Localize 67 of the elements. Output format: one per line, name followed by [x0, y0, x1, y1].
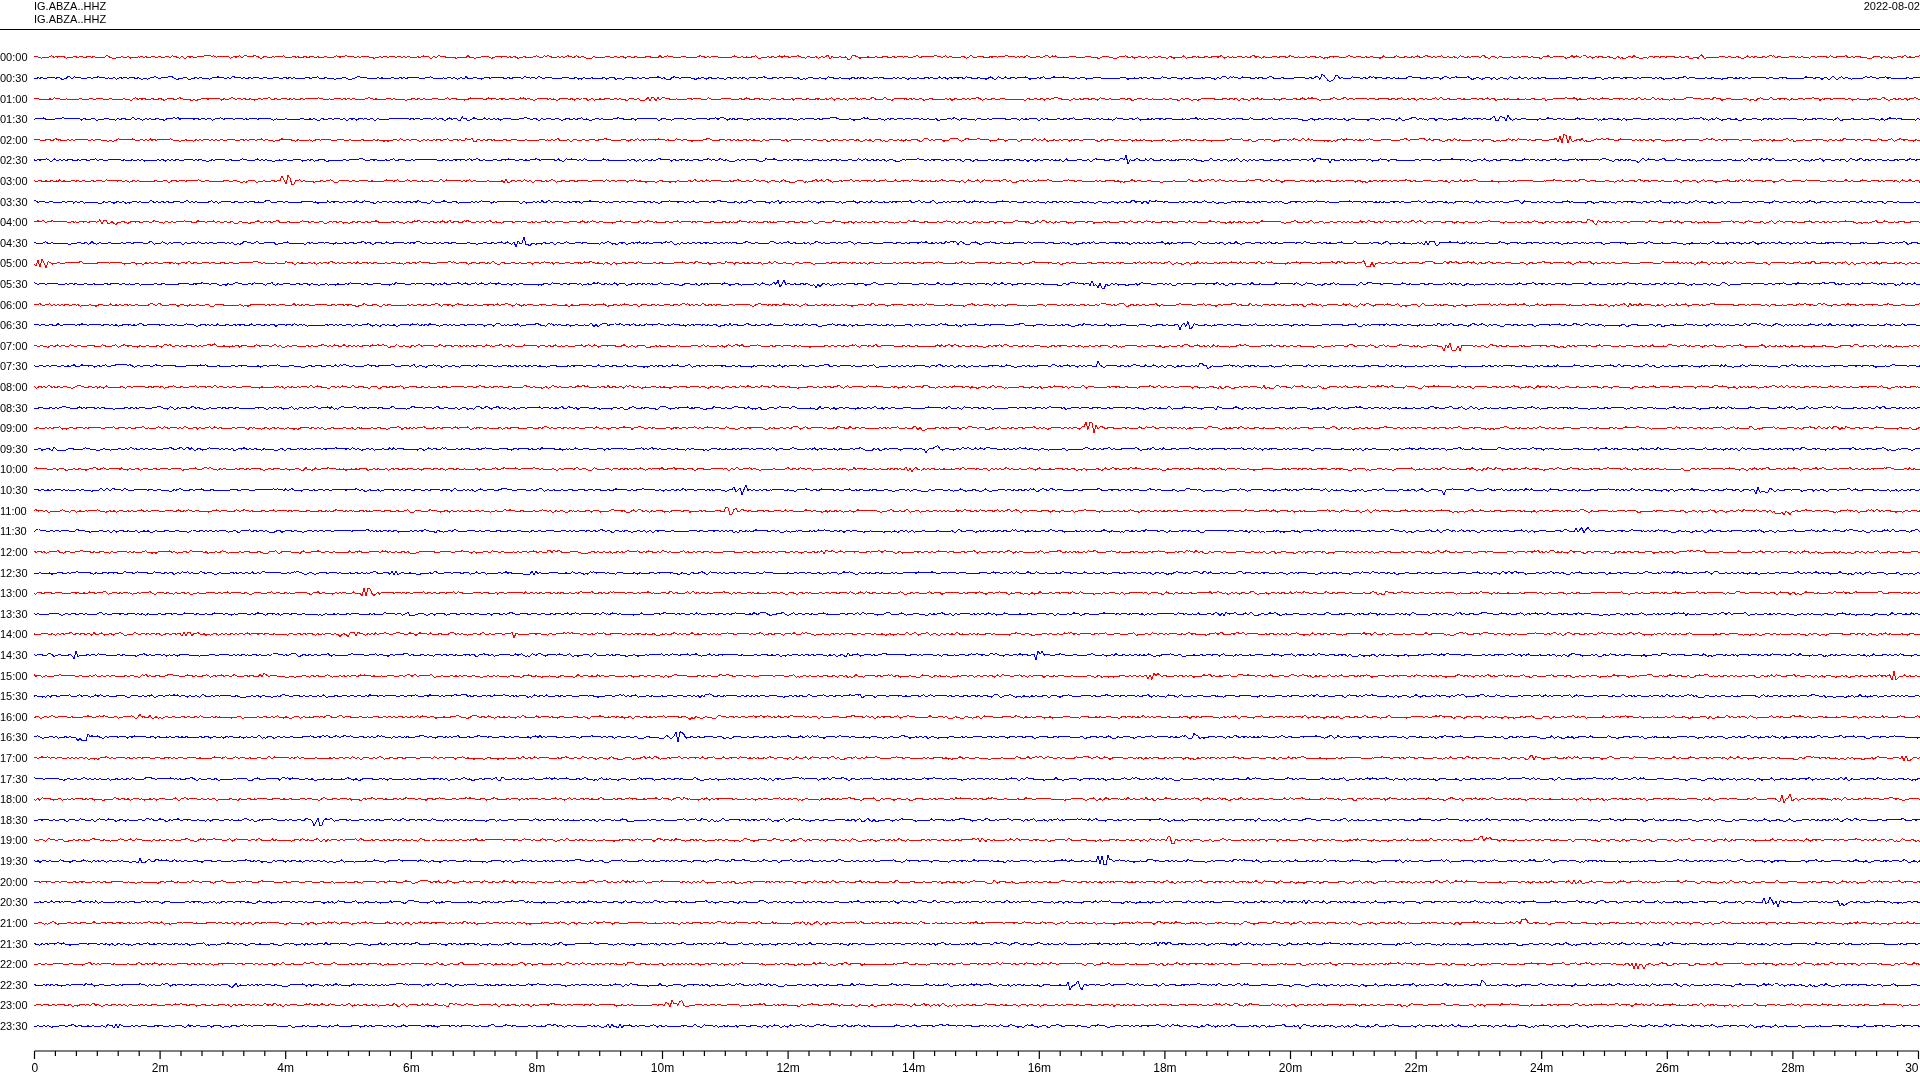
- time-label: 14:00: [0, 628, 28, 641]
- axis-label: 4m: [277, 1061, 295, 1076]
- time-label: 07:30: [0, 360, 28, 373]
- time-label: 02:00: [0, 133, 28, 146]
- time-label: 14:30: [0, 648, 28, 661]
- axis-label: 20m: [1278, 1061, 1303, 1076]
- time-label: 09:30: [0, 442, 28, 455]
- time-label: 05:30: [0, 278, 28, 290]
- time-label: 07:00: [0, 339, 28, 352]
- time-label: 13:00: [0, 587, 28, 600]
- time-label: 18:00: [0, 793, 28, 806]
- time-label: 08:00: [0, 381, 28, 394]
- time-label: 04:00: [0, 216, 28, 229]
- axis-label: 16m: [1027, 1061, 1051, 1076]
- time-label: 03:00: [0, 174, 28, 187]
- axis-label: 22m: [1404, 1061, 1428, 1076]
- time-label: 17:30: [0, 772, 28, 785]
- axis-label: 2m: [151, 1061, 169, 1076]
- time-label: 20:00: [0, 875, 28, 888]
- time-label: 22:30: [0, 978, 28, 991]
- axis-label: 18m: [1153, 1061, 1177, 1076]
- time-label: 01:30: [0, 113, 28, 126]
- time-label: 20:30: [0, 896, 28, 909]
- time-label: 23:30: [0, 1019, 28, 1032]
- time-label: 15:30: [0, 690, 28, 703]
- time-label: 21:00: [0, 916, 28, 929]
- time-label: 19:00: [0, 834, 28, 847]
- time-label: 06:00: [0, 298, 28, 311]
- axis-label: 12m: [776, 1061, 800, 1076]
- station-label: IG.ABZA..HHZ: [34, 13, 107, 26]
- time-label: 22:00: [0, 958, 28, 971]
- time-label: 08:30: [0, 401, 28, 414]
- time-label: 21:30: [0, 937, 28, 950]
- station-label: IG.ABZA..HHZ: [34, 0, 107, 13]
- time-label: 11:00: [0, 504, 27, 517]
- time-label: 18:30: [0, 813, 28, 826]
- time-label: 23:00: [0, 999, 28, 1012]
- axis-label: 24m: [1530, 1061, 1554, 1076]
- time-label: 02:30: [0, 154, 28, 167]
- date-label: 2022-08-02: [1863, 0, 1920, 14]
- time-label: 03:30: [0, 195, 28, 208]
- time-label: 00:00: [0, 51, 28, 64]
- time-label: 09:00: [0, 422, 28, 435]
- time-label: 04:30: [0, 236, 28, 249]
- axis-label: 10m: [650, 1061, 675, 1076]
- axis-label: 8m: [528, 1061, 546, 1076]
- time-label: 12:30: [0, 566, 28, 579]
- time-label: 10:30: [0, 484, 28, 497]
- time-label: 13:30: [0, 607, 28, 620]
- time-label: 00:30: [0, 71, 28, 84]
- time-label: 10:00: [0, 463, 28, 476]
- time-label: 05:00: [0, 257, 28, 270]
- time-label: 12:00: [0, 545, 28, 558]
- axis-label: 0: [31, 1061, 39, 1076]
- time-label: 15:00: [0, 669, 28, 682]
- time-label: 01:00: [0, 92, 28, 105]
- time-label: 11:30: [0, 525, 27, 538]
- axis-label: 14m: [902, 1061, 926, 1076]
- axis-label: 26m: [1655, 1061, 1679, 1076]
- axis-label: 6m: [402, 1061, 420, 1076]
- time-label: 16:00: [0, 710, 28, 723]
- time-label: 06:30: [0, 319, 28, 332]
- axis-label: 28m: [1781, 1061, 1805, 1076]
- time-label: 17:00: [0, 752, 28, 764]
- time-label: 16:30: [0, 731, 28, 744]
- axis-label: 30: [1905, 1061, 1919, 1076]
- time-label: 19:30: [0, 855, 28, 868]
